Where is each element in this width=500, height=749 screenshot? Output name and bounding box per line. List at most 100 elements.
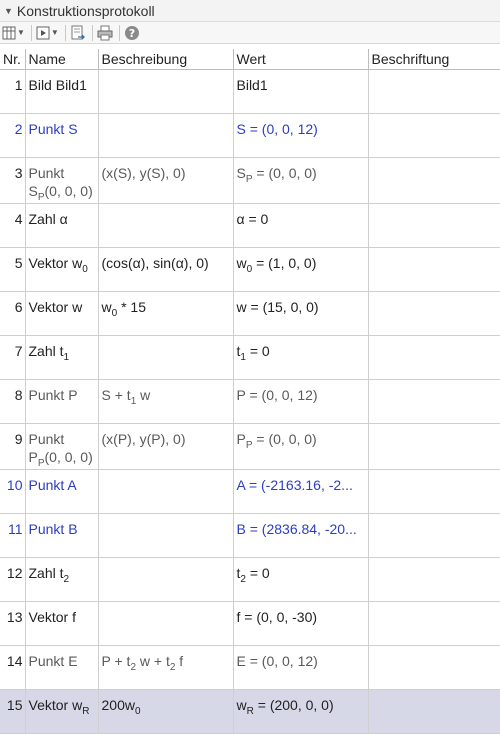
- desc-part: w + t: [136, 653, 170, 669]
- name-part: P: [28, 449, 38, 465]
- row-caption: [368, 645, 500, 690]
- row-number: 9: [0, 423, 26, 470]
- row-value: wR = (200, 0, 0): [233, 689, 369, 734]
- row-value: Bild1: [233, 69, 369, 114]
- row-name: Zahl t2: [25, 557, 99, 602]
- row-number: 6: [0, 291, 26, 336]
- row-caption: [368, 335, 500, 380]
- row-caption: [368, 291, 500, 336]
- table-row-selected[interactable]: 15 Vektor wR 200w0 wR = (200, 0, 0): [0, 689, 500, 734]
- panel-title: Konstruktionsprotokoll: [16, 2, 155, 19]
- name-part: Zahl t: [28, 565, 64, 581]
- row-number: 12: [0, 557, 26, 602]
- row-number: 5: [0, 247, 26, 292]
- help-button[interactable]: ?: [124, 24, 140, 42]
- row-name: Punkt SP(0, 0, 0): [25, 157, 99, 204]
- row-value: w = (15, 0, 0): [233, 291, 369, 336]
- desc-part: w: [101, 299, 112, 315]
- row-caption: [368, 513, 500, 558]
- table-row[interactable]: 4 Zahl α α = 0: [0, 203, 500, 248]
- column-header-caption[interactable]: Beschriftung: [368, 49, 500, 70]
- row-description: P + t2 w + t2 f: [98, 645, 234, 690]
- row-name: Bild Bild1: [25, 69, 99, 114]
- row-name: Punkt S: [25, 113, 99, 158]
- value-part: P: [236, 431, 246, 447]
- table-row[interactable]: 14 Punkt E P + t2 w + t2 f E = (0, 0, 12…: [0, 645, 500, 690]
- desc-part: * 15: [117, 299, 146, 315]
- table-row[interactable]: 5 Vektor w0 (cos(α), sin(α), 0) w0 = (1,…: [0, 247, 500, 292]
- columns-icon: [2, 26, 16, 39]
- name-subscript: 0: [82, 264, 88, 275]
- value-subscript: P: [245, 440, 253, 451]
- desc-part: P + t: [101, 653, 131, 669]
- name-subscript: 1: [63, 352, 70, 363]
- name-subscript: 2: [63, 574, 70, 585]
- table-row[interactable]: 13 Vektor f f = (0, 0, -30): [0, 601, 500, 646]
- chevron-down-icon: ▼: [50, 28, 59, 37]
- row-number: 11: [0, 513, 26, 558]
- row-value: t2 = 0: [233, 557, 369, 602]
- value-subscript: P: [245, 174, 253, 185]
- row-description: [98, 601, 234, 646]
- row-name: Zahl α: [25, 203, 99, 248]
- row-description: [98, 469, 234, 514]
- table-row[interactable]: 9 Punkt PP(0, 0, 0) (x(P), y(P), 0) PP = …: [0, 423, 500, 470]
- desc-part: f: [175, 653, 184, 669]
- name-part: S: [28, 183, 38, 199]
- row-value: B = (2836.84, -20...: [233, 513, 369, 558]
- name-part: (0, 0, 0): [44, 183, 93, 199]
- columns-button[interactable]: ▼: [2, 24, 25, 42]
- chevron-down-icon: ▼: [17, 28, 25, 37]
- row-value: t1 = 0: [233, 335, 369, 380]
- table-row[interactable]: 6 Vektor w w0 * 15 w = (15, 0, 0): [0, 291, 500, 336]
- column-header-name[interactable]: Name: [25, 49, 99, 70]
- row-value: SP = (0, 0, 0): [233, 157, 369, 204]
- column-header-value[interactable]: Wert: [233, 49, 369, 70]
- table-row[interactable]: 3 Punkt SP(0, 0, 0) (x(S), y(S), 0) SP = …: [0, 157, 500, 204]
- row-number: 8: [0, 379, 26, 424]
- help-icon: ?: [124, 25, 139, 40]
- value-subscript: 1: [240, 352, 246, 363]
- print-button[interactable]: [97, 24, 113, 42]
- column-header-description[interactable]: Beschreibung: [98, 49, 234, 70]
- row-value: α = 0: [233, 203, 369, 248]
- row-caption: [368, 157, 500, 204]
- construction-protocol-table: Nr. Name Beschreibung Wert Beschriftung …: [0, 49, 500, 734]
- row-name: Vektor w0: [25, 247, 99, 292]
- table-row[interactable]: 12 Zahl t2 t2 = 0: [0, 557, 500, 602]
- table-row[interactable]: 1 Bild Bild1 Bild1: [0, 69, 500, 114]
- table-header-row: Nr. Name Beschreibung Wert Beschriftung: [0, 49, 500, 70]
- name-subscript: P: [37, 458, 45, 469]
- table-row[interactable]: 10 Punkt A A = (-2163.16, -2...: [0, 469, 500, 514]
- table-row[interactable]: 7 Zahl t1 t1 = 0: [0, 335, 500, 380]
- row-description: (x(P), y(P), 0): [98, 423, 234, 470]
- panel-titlebar[interactable]: ▼ Konstruktionsprotokoll: [0, 0, 500, 22]
- row-description: [98, 557, 234, 602]
- row-name: Vektor wR: [25, 689, 99, 734]
- row-name: Vektor f: [25, 601, 99, 646]
- value-part: w: [236, 697, 247, 713]
- row-caption: [368, 113, 500, 158]
- name-part: (0, 0, 0): [44, 449, 93, 465]
- collapse-triangle-icon[interactable]: ▼: [4, 6, 13, 16]
- name-part: Punkt: [28, 431, 65, 447]
- row-caption: [368, 689, 500, 734]
- desc-subscript: 2: [169, 662, 176, 673]
- table-row[interactable]: 2 Punkt S S = (0, 0, 12): [0, 113, 500, 158]
- column-header-nr[interactable]: Nr.: [0, 49, 26, 70]
- row-description: w0 * 15: [98, 291, 234, 336]
- table-row[interactable]: 11 Punkt B B = (2836.84, -20...: [0, 513, 500, 558]
- name-subscript: P: [37, 192, 45, 203]
- row-value: w0 = (1, 0, 0): [233, 247, 369, 292]
- value-part: = (0, 0, 0): [252, 165, 317, 181]
- toolbar-separator: [30, 24, 32, 41]
- row-value: A = (-2163.16, -2...: [233, 469, 369, 514]
- desc-subscript: 0: [111, 308, 118, 319]
- table-row[interactable]: 8 Punkt P S + t1 w P = (0, 0, 12): [0, 379, 500, 424]
- export-button[interactable]: [70, 24, 86, 42]
- row-caption: [368, 557, 500, 602]
- toolbar-separator: [91, 24, 93, 41]
- navigation-button[interactable]: ▼: [36, 24, 59, 42]
- toolbar-separator: [118, 24, 120, 41]
- row-description: S + t1 w: [98, 379, 234, 424]
